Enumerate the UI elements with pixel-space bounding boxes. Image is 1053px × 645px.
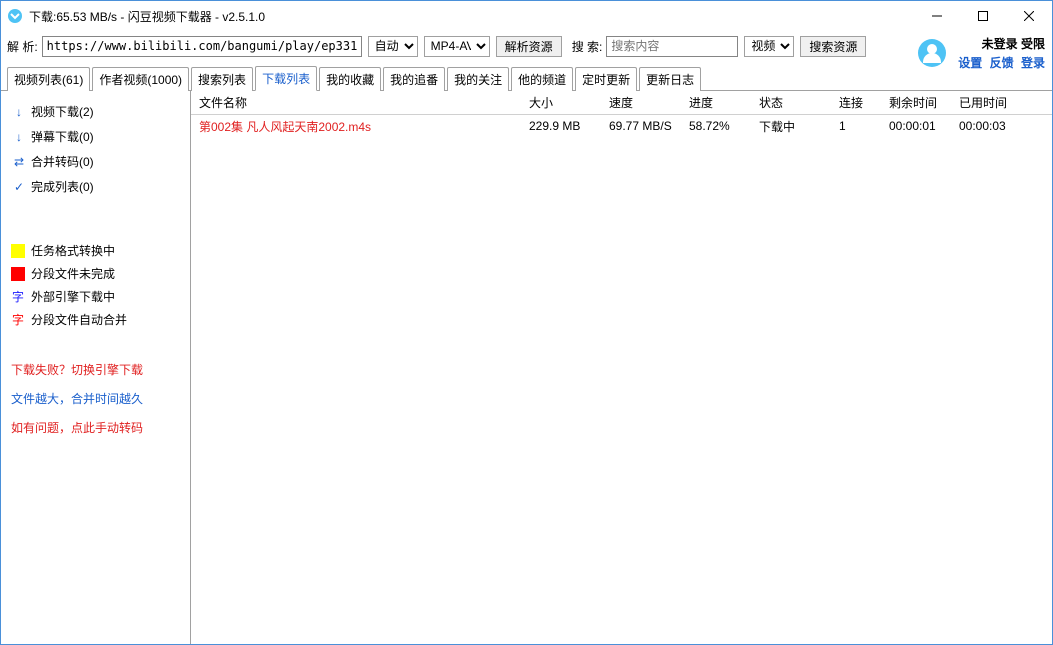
tab-my-favorites[interactable]: 我的收藏 — [319, 67, 381, 91]
search-button[interactable]: 搜索资源 — [800, 36, 866, 57]
tip-manual-transcode[interactable]: 如有问题，点此手动转码 — [11, 413, 180, 442]
table-header: 文件名称 大小 速度 进度 状态 连接 剩余时间 已用时间 — [191, 91, 1052, 115]
tab-timed-update[interactable]: 定时更新 — [575, 67, 637, 91]
sidebar-item-label: 合并转码(0) — [31, 153, 94, 170]
sidebar-item-danmaku-download[interactable]: ↓ 弹幕下载(0) — [11, 124, 180, 149]
tab-my-follow[interactable]: 我的关注 — [447, 67, 509, 91]
col-header-speed[interactable]: 速度 — [601, 94, 681, 111]
legend-label: 分段文件未完成 — [31, 265, 115, 282]
tab-changelog[interactable]: 更新日志 — [639, 67, 701, 91]
app-icon — [7, 8, 23, 24]
cell-speed: 69.77 MB/S — [601, 119, 681, 133]
swap-icon: ⇄ — [11, 155, 27, 169]
cell-status: 下载中 — [751, 118, 831, 135]
col-header-used[interactable]: 已用时间 — [951, 94, 1021, 111]
window-title: 下载:65.53 MB/s - 闪豆视频下载器 - v2.5.1.0 — [29, 8, 914, 25]
format-select[interactable]: MP4-AVC — [424, 36, 490, 57]
main-area: ↓ 视频下载(2) ↓ 弹幕下载(0) ⇄ 合并转码(0) ✓ 完成列表(0) … — [1, 91, 1052, 644]
tab-search-list[interactable]: 搜索列表 — [191, 67, 253, 91]
download-table: 文件名称 大小 速度 进度 状态 连接 剩余时间 已用时间 第002集 凡人风起… — [191, 91, 1052, 644]
cell-size: 229.9 MB — [521, 119, 601, 133]
close-button[interactable] — [1006, 1, 1052, 31]
maximize-button[interactable] — [960, 1, 1006, 31]
tab-download-list[interactable]: 下载列表 — [255, 66, 317, 91]
col-header-status[interactable]: 状态 — [751, 94, 831, 111]
sidebar-item-label: 弹幕下载(0) — [31, 128, 94, 145]
tab-my-bangumi[interactable]: 我的追番 — [383, 67, 445, 91]
char-icon: 字 — [11, 288, 25, 305]
sidebar-item-video-download[interactable]: ↓ 视频下载(2) — [11, 99, 180, 124]
char-icon: 字 — [11, 311, 25, 328]
tips: 下载失败？切换引擎下载 文件越大，合并时间越久 如有问题，点此手动转码 — [11, 355, 180, 442]
yellow-square-icon — [11, 244, 25, 258]
search-label: 搜 索: — [572, 38, 603, 55]
legend-row: 字 分段文件自动合并 — [11, 308, 180, 331]
login-link[interactable]: 登录 — [1021, 56, 1045, 70]
toolbar: 解 析: 自动 MP4-AVC 解析资源 搜 索: 视频 搜索资源 — [1, 31, 1052, 61]
red-square-icon — [11, 267, 25, 281]
auto-select[interactable]: 自动 — [368, 36, 418, 57]
tab-his-channel[interactable]: 他的频道 — [511, 67, 573, 91]
sidebar: ↓ 视频下载(2) ↓ 弹幕下载(0) ⇄ 合并转码(0) ✓ 完成列表(0) … — [1, 91, 191, 644]
legend-label: 任务格式转换中 — [31, 242, 115, 259]
sidebar-item-completed[interactable]: ✓ 完成列表(0) — [11, 174, 180, 199]
table-row[interactable]: 第002集 凡人风起天南2002.m4s 229.9 MB 69.77 MB/S… — [191, 115, 1052, 137]
parse-label: 解 析: — [7, 38, 38, 55]
legend-label: 分段文件自动合并 — [31, 311, 127, 328]
legend-label: 外部引擎下载中 — [31, 288, 115, 305]
cell-name: 第002集 凡人风起天南2002.m4s — [191, 118, 521, 135]
check-icon: ✓ — [11, 180, 27, 194]
legend-row: 字 外部引擎下载中 — [11, 285, 180, 308]
url-input[interactable] — [42, 36, 362, 57]
download-icon: ↓ — [11, 130, 27, 144]
tip-switch-engine[interactable]: 下载失败？切换引擎下载 — [11, 355, 180, 384]
col-header-conn[interactable]: 连接 — [831, 94, 881, 111]
search-type-select[interactable]: 视频 — [744, 36, 794, 57]
login-status: 未登录 受限 — [954, 35, 1045, 52]
feedback-link[interactable]: 反馈 — [990, 56, 1014, 70]
user-area: 未登录 受限 设置 反馈 登录 — [918, 35, 1045, 71]
tip-large-file: 文件越大，合并时间越久 — [11, 384, 180, 413]
col-header-progress[interactable]: 进度 — [681, 94, 751, 111]
search-input[interactable] — [606, 36, 738, 57]
cell-progress: 58.72% — [681, 119, 751, 133]
tab-author-video[interactable]: 作者视频(1000) — [92, 67, 189, 91]
legend-row: 任务格式转换中 — [11, 239, 180, 262]
col-header-size[interactable]: 大小 — [521, 94, 601, 111]
cell-conn: 1 — [831, 119, 881, 133]
col-header-remain[interactable]: 剩余时间 — [881, 94, 951, 111]
sidebar-item-label: 完成列表(0) — [31, 178, 94, 195]
cell-remain: 00:00:01 — [881, 119, 951, 133]
tab-bar: 视频列表(61) 作者视频(1000) 搜索列表 下载列表 我的收藏 我的追番 … — [1, 61, 1052, 91]
tab-video-list[interactable]: 视频列表(61) — [7, 67, 90, 91]
sidebar-item-merge-transcode[interactable]: ⇄ 合并转码(0) — [11, 149, 180, 174]
window-controls — [914, 1, 1052, 31]
settings-link[interactable]: 设置 — [958, 56, 982, 70]
minimize-button[interactable] — [914, 1, 960, 31]
avatar[interactable] — [918, 39, 946, 67]
sidebar-item-label: 视频下载(2) — [31, 103, 94, 120]
legend-row: 分段文件未完成 — [11, 262, 180, 285]
cell-used: 00:00:03 — [951, 119, 1021, 133]
legend: 任务格式转换中 分段文件未完成 字 外部引擎下载中 字 分段文件自动合并 — [11, 239, 180, 331]
col-header-name[interactable]: 文件名称 — [191, 94, 521, 111]
download-icon: ↓ — [11, 105, 27, 119]
titlebar: 下载:65.53 MB/s - 闪豆视频下载器 - v2.5.1.0 — [1, 1, 1052, 31]
parse-button[interactable]: 解析资源 — [496, 36, 562, 57]
